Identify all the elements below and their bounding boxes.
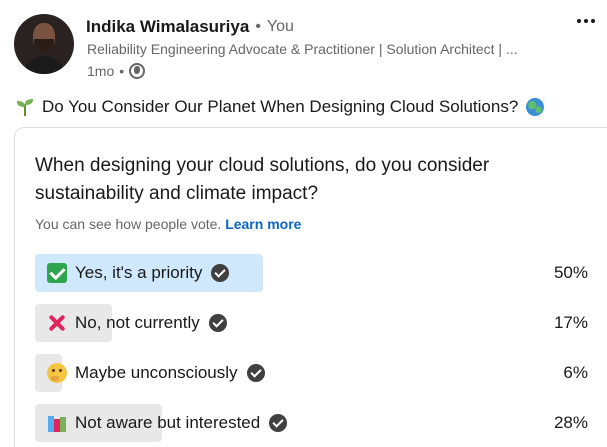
author-separator: •	[255, 18, 261, 35]
poll-visibility-note: You can see how people vote. Learn more	[35, 216, 301, 232]
voted-check-icon	[246, 364, 265, 382]
earth-icon	[526, 98, 545, 116]
meta-separator: •	[119, 63, 125, 79]
poll-question: When designing your cloud solutions, do …	[35, 155, 490, 204]
learn-more-link[interactable]: Learn more	[225, 216, 301, 232]
poll-option-not-aware[interactable]: Not aware but interested 28%	[35, 404, 590, 442]
poll-option-yes[interactable]: Yes, it's a priority 50%	[35, 254, 590, 292]
poll-option-percent: 28%	[553, 413, 588, 432]
poll-option-label: Yes, it's a priority	[75, 263, 203, 282]
voted-check-icon	[208, 314, 227, 332]
more-options-button[interactable]	[571, 10, 601, 32]
poll-option-percent: 17%	[553, 313, 588, 332]
author-headline: Reliability Engineering Advocate & Pract…	[87, 41, 518, 57]
post-title-text: Do You Consider Our Planet When Designin…	[42, 97, 519, 116]
voted-check-icon	[269, 414, 288, 432]
books-emoji-icon	[47, 413, 67, 433]
cross-mark-emoji-icon	[47, 313, 67, 333]
poll-option-maybe[interactable]: Maybe unconsciously 6%	[35, 354, 590, 392]
poll-option-label: No, not currently	[75, 313, 200, 332]
more-dot-icon	[584, 19, 588, 23]
post-title: Do You Consider Our Planet When Designin…	[16, 96, 545, 118]
poll-option-percent: 50%	[553, 263, 588, 282]
sprout-icon	[16, 98, 34, 116]
poll-option-no[interactable]: No, not currently 17%	[35, 304, 590, 342]
poll-option-label: Not aware but interested	[75, 413, 261, 432]
author-name[interactable]: Indika Wimalasuriya	[86, 17, 249, 37]
post-time: 1mo	[87, 63, 115, 79]
poll-option-label: Maybe unconsciously	[75, 363, 238, 382]
author-relation: You	[266, 18, 294, 35]
check-mark-emoji-icon	[47, 263, 67, 283]
author-avatar[interactable]	[14, 14, 74, 74]
poll-card: When designing your cloud solutions, do …	[14, 127, 607, 447]
globe-icon	[129, 63, 146, 79]
avatar-shirt	[22, 56, 66, 74]
voted-check-icon	[211, 264, 230, 282]
poll-option-percent: 6%	[563, 363, 588, 382]
thinking-face-emoji-icon	[47, 363, 67, 383]
more-dot-icon	[591, 19, 595, 23]
more-dot-icon	[577, 19, 581, 23]
poll-note-text: You can see how people vote.	[35, 216, 222, 232]
post-meta: 1mo •	[87, 62, 146, 80]
avatar-beard	[34, 39, 54, 52]
poll-post: Indika Wimalasuriya • You Reliability En…	[0, 0, 607, 447]
author-line: Indika Wimalasuriya • You	[86, 16, 294, 38]
